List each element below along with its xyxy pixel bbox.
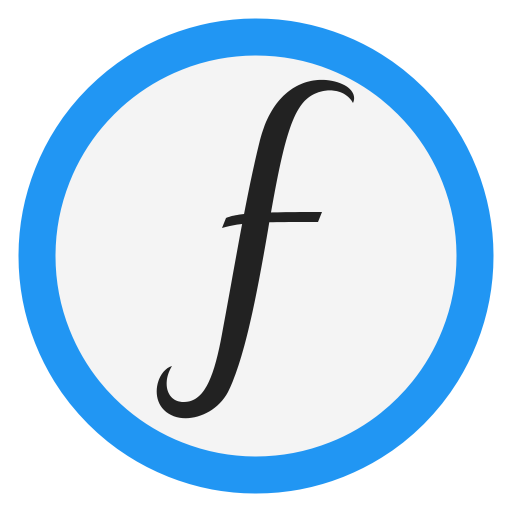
function-icon-wrapper — [0, 0, 512, 512]
function-f-icon — [18, 18, 494, 494]
